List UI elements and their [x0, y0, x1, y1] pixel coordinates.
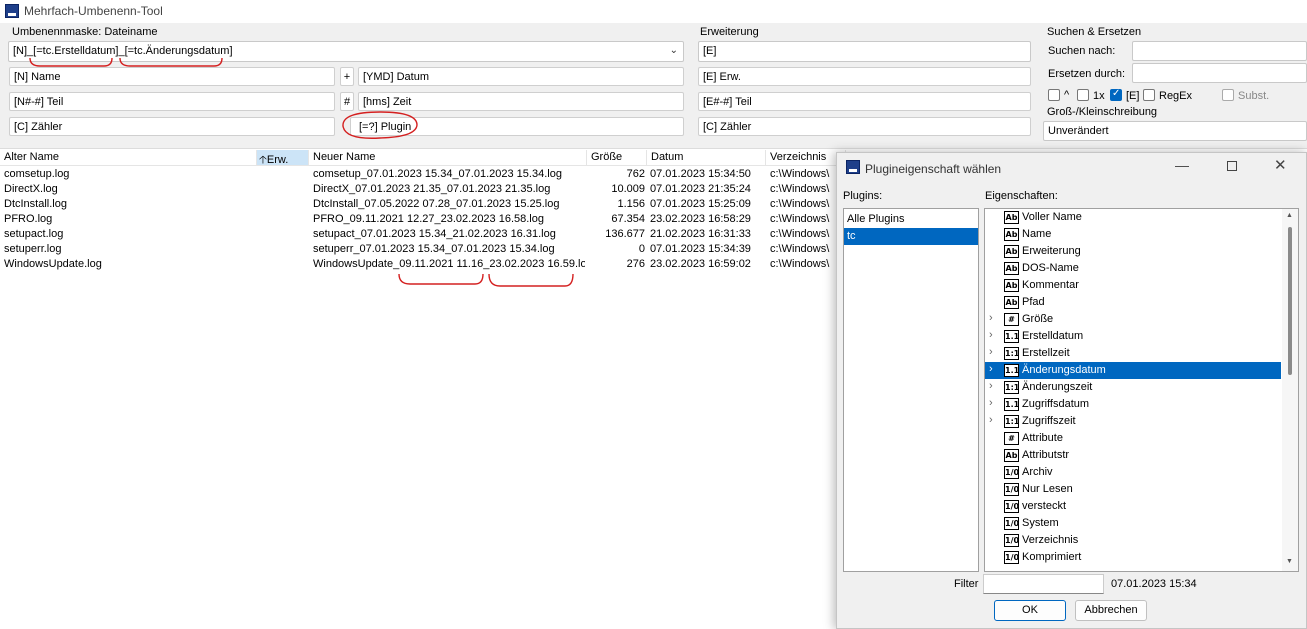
property-item[interactable]: Ab Name [985, 226, 1281, 243]
property-type-icon: # [1004, 432, 1019, 445]
dialog-title: Plugineigenschaft wählen [865, 162, 1002, 176]
maximize-icon[interactable] [1227, 161, 1237, 171]
plugins-listbox[interactable]: Alle Plugins tc [843, 208, 979, 572]
property-label: Änderungszeit [1022, 381, 1093, 393]
property-item[interactable]: Ab Erweiterung [985, 243, 1281, 260]
properties-label: Eigenschaften: [985, 190, 1058, 202]
properties-items: Ab Voller Name Ab Name Ab Erweiterung Ab DOS-Na… [985, 209, 1283, 571]
property-type-icon: 1/0 [1004, 534, 1020, 547]
property-type-icon: Ab [1004, 449, 1019, 462]
property-type-icon: 1/0 [1004, 517, 1020, 530]
property-type-icon: 1/0 [1004, 500, 1020, 513]
property-label: Pfad [1022, 296, 1045, 308]
scrollbar[interactable]: ▲ ▼ [1282, 209, 1298, 571]
properties-listbox[interactable]: Ab Voller Name Ab Name Ab Erweiterung Ab DOS-Na… [984, 208, 1299, 572]
filter-input[interactable] [983, 574, 1104, 594]
red-underline-erstelldatum [29, 57, 113, 67]
filter-label: Filter [954, 578, 979, 590]
property-item[interactable]: 1/0 Verzeichnis [985, 532, 1281, 549]
property-item[interactable]: Ab DOS-Name [985, 260, 1281, 277]
chevron-right-icon[interactable]: › [989, 380, 993, 392]
property-item[interactable]: 1/0 Komprimiert [985, 549, 1281, 566]
red-underline-aenderungsdatum [119, 57, 223, 67]
property-item[interactable]: Ab Pfad [985, 294, 1281, 311]
property-item[interactable]: 1/0 versteckt [985, 498, 1281, 515]
minimize-icon[interactable]: — [1175, 157, 1189, 173]
property-item[interactable]: 1/0 Archiv [985, 464, 1281, 481]
property-label: Attribute [1022, 432, 1063, 444]
property-type-icon: 1.1 [1004, 330, 1020, 343]
property-item[interactable]: 1/0 Nur Lesen [985, 481, 1281, 498]
property-type-icon: 1/0 [1004, 466, 1020, 479]
plugin-item[interactable]: tc [844, 228, 978, 245]
chevron-right-icon[interactable]: › [989, 397, 993, 409]
property-label: Voller Name [1022, 211, 1082, 223]
property-item[interactable]: › 1.1 Zugriffsdatum [985, 396, 1281, 413]
property-type-icon: 1.1 [1004, 398, 1020, 411]
property-label: Archiv [1022, 466, 1053, 478]
scroll-up-icon[interactable]: ▲ [1286, 212, 1293, 219]
property-type-icon: Ab [1004, 279, 1019, 292]
cancel-button[interactable]: Abbrechen [1075, 600, 1147, 621]
chevron-right-icon[interactable]: › [989, 363, 993, 375]
property-type-icon: 1:1 [1004, 415, 1020, 428]
property-type-icon: Ab [1004, 262, 1019, 275]
property-label: Änderungsdatum [1022, 364, 1106, 376]
property-label: Name [1022, 228, 1052, 240]
property-type-icon: # [1004, 313, 1019, 326]
dialog-floppy-icon [846, 160, 860, 174]
property-item[interactable]: # Attribute [985, 430, 1281, 447]
scrollbar-thumb[interactable] [1288, 227, 1292, 375]
property-type-icon: Ab [1004, 228, 1019, 241]
property-label: Zugriffszeit [1022, 415, 1076, 427]
property-type-icon: 1/0 [1004, 551, 1020, 564]
property-label: Erstellzeit [1022, 347, 1070, 359]
property-item[interactable]: › 1:1 Zugriffszeit [985, 413, 1281, 430]
property-item[interactable]: › 1.1 Erstelldatum [985, 328, 1281, 345]
property-label: Attributstr [1022, 449, 1070, 461]
scroll-down-icon[interactable]: ▼ [1286, 558, 1293, 565]
plugins-label: Plugins: [843, 190, 883, 202]
property-item[interactable]: › 1:1 Änderungszeit [985, 379, 1281, 396]
plugin-property-dialog: Plugineigenschaft wählen — ✕ Plugins: Al… [836, 152, 1307, 629]
close-icon[interactable]: ✕ [1274, 156, 1287, 174]
property-item[interactable]: 1/0 System [985, 515, 1281, 532]
property-type-icon: 1:1 [1004, 381, 1020, 394]
property-type-icon: 1/0 [1004, 483, 1020, 496]
preview-value: 07.01.2023 15:34 [1111, 578, 1197, 590]
property-item[interactable]: › 1.1 Änderungsdatum [985, 362, 1281, 379]
property-label: Größe [1022, 313, 1054, 325]
red-underline-created-date [398, 273, 484, 285]
property-item[interactable]: Ab Voller Name [985, 209, 1281, 226]
property-item[interactable]: Ab Kommentar [985, 277, 1281, 294]
property-type-icon: 1:1 [1004, 347, 1020, 360]
property-label: System [1022, 517, 1059, 529]
chevron-right-icon[interactable]: › [989, 346, 993, 358]
property-label: Zugriffsdatum [1022, 398, 1090, 410]
red-underline-modified-date [488, 273, 574, 287]
property-item[interactable]: › 1:1 Erstellzeit [985, 345, 1281, 362]
chevron-right-icon[interactable]: › [989, 329, 993, 341]
chevron-right-icon[interactable]: › [989, 312, 993, 324]
property-item[interactable]: › # Größe [985, 311, 1281, 328]
property-label: Erweiterung [1022, 245, 1081, 257]
property-label: DOS-Name [1022, 262, 1079, 274]
property-label: versteckt [1022, 500, 1067, 512]
chevron-right-icon[interactable]: › [989, 414, 993, 426]
red-circle-plugin [342, 111, 418, 139]
property-label: Nur Lesen [1022, 483, 1073, 495]
property-item[interactable]: Ab Attributstr [985, 447, 1281, 464]
ok-button[interactable]: OK [994, 600, 1066, 621]
property-label: Komprimiert [1022, 551, 1082, 563]
plugin-item[interactable]: Alle Plugins [844, 211, 978, 228]
property-type-icon: Ab [1004, 211, 1019, 224]
property-type-icon: 1.1 [1004, 364, 1020, 377]
property-label: Kommentar [1022, 279, 1079, 291]
property-label: Verzeichnis [1022, 534, 1079, 546]
property-type-icon: Ab [1004, 245, 1019, 258]
property-label: Erstelldatum [1022, 330, 1084, 342]
property-type-icon: Ab [1004, 296, 1019, 309]
